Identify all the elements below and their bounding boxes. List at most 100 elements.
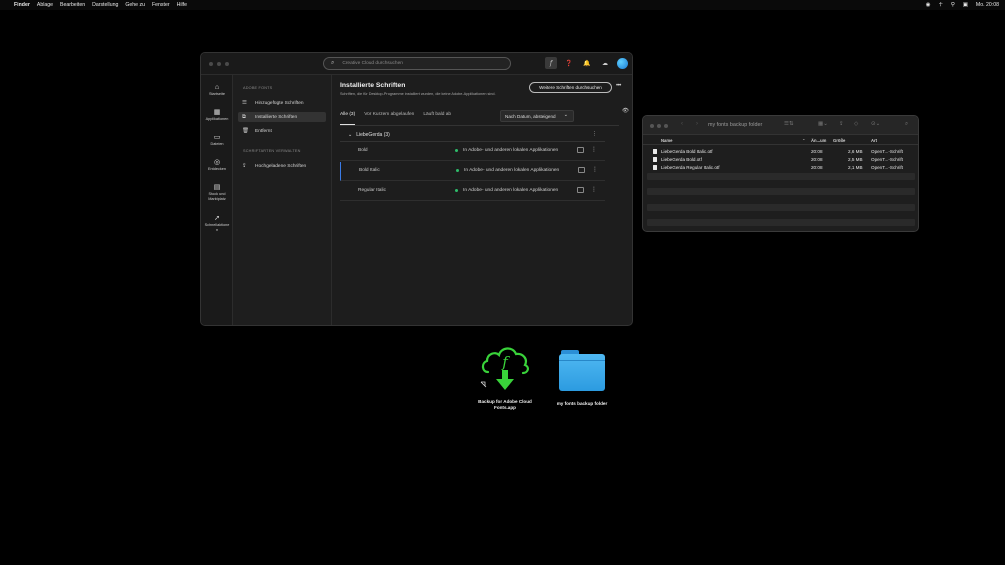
sort-select[interactable]: Nach Datum, absteigend ⌄ bbox=[500, 110, 574, 122]
share-icon[interactable]: ⇪ bbox=[839, 121, 844, 127]
group-more-icon[interactable]: ⋮ bbox=[592, 131, 597, 137]
more-options-icon[interactable]: ••• bbox=[616, 83, 621, 89]
control-center-icon[interactable]: ▣ bbox=[963, 2, 968, 8]
help-icon[interactable]: ❓ bbox=[563, 57, 575, 69]
sidebar-item-entfernt[interactable]: 🗑 Entfernt bbox=[238, 126, 326, 136]
list-item[interactable]: LiebeGerda Regular Italic.otf 20:08 2,1 … bbox=[647, 164, 915, 172]
row-more-icon[interactable]: ⋮ bbox=[592, 166, 598, 173]
list-view-icon[interactable]: ☰⇅ bbox=[784, 121, 794, 127]
font-file-icon bbox=[653, 149, 657, 154]
window-close-button[interactable] bbox=[209, 62, 213, 66]
cc-navigation-rail: ⌂ Startseite ▦ Applikationen ▭ Dateien ◎… bbox=[201, 75, 233, 325]
window-minimize-button[interactable] bbox=[657, 124, 661, 128]
home-icon: ⌂ bbox=[214, 84, 220, 91]
activate-app-icon[interactable] bbox=[577, 147, 584, 153]
creative-cloud-status-icon[interactable]: ◉ bbox=[926, 2, 931, 8]
backup-app-icon: f bbox=[480, 347, 529, 390]
menu-finder[interactable]: Finder bbox=[14, 2, 30, 8]
status-dot-icon bbox=[455, 149, 458, 152]
accessibility-icon[interactable]: ☥ bbox=[939, 2, 943, 8]
menu-bar: Finder Ablage Bearbeiten Darstellung Geh… bbox=[0, 0, 1005, 10]
menu-gehe-zu[interactable]: Gehe zu bbox=[125, 2, 145, 8]
rail-item-schnellaktionen[interactable]: ➚ Schnellaktionen bbox=[201, 215, 233, 232]
rail-item-applikationen[interactable]: ▦ Applikationen bbox=[201, 109, 233, 122]
sidebar-item-hinzugefuegte[interactable]: ☰ Hinzugefügte Schriften bbox=[238, 98, 326, 108]
tab-laeuft-bald-ab[interactable]: Läuft bald ab bbox=[423, 111, 451, 125]
creative-cloud-window: ⌕ Creative Cloud durchsuchen f ❓ 🔔 ☁ ⌂ S… bbox=[200, 52, 633, 326]
font-status: In Adobe- und anderen lokalen Applikatio… bbox=[455, 148, 558, 153]
menu-hilfe[interactable]: Hilfe bbox=[177, 2, 187, 8]
filter-tabs: Alle (3) Vor Kurzem abgelaufen Läuft bal… bbox=[340, 111, 460, 125]
font-style-name: Regular Italic bbox=[358, 188, 386, 193]
tab-abgelaufen[interactable]: Vor Kurzem abgelaufen bbox=[364, 111, 414, 125]
font-file-icon bbox=[653, 157, 657, 162]
list-item[interactable]: LiebeGerda Bold.otf 20:08 2,5 MB OpenT..… bbox=[647, 156, 915, 164]
page-subtitle: Schriften, die für Desktop-Programme ins… bbox=[340, 92, 496, 96]
menubar-clock[interactable]: Mo. 20:08 bbox=[976, 2, 999, 8]
desktop-folder[interactable]: my fonts backup folder bbox=[553, 350, 611, 407]
grid-view-icon[interactable]: ▦⌄ bbox=[818, 121, 828, 127]
stock-icon: ▤ bbox=[213, 184, 221, 191]
menu-fenster[interactable]: Fenster bbox=[152, 2, 170, 8]
search-placeholder: Creative Cloud durchsuchen bbox=[342, 61, 403, 66]
installed-fonts-icon: ⧉ bbox=[242, 113, 246, 120]
desktop-app-icon[interactable]: f Backup for Adobe Cloud Fonts.app bbox=[478, 342, 532, 410]
trash-icon: 🗑 bbox=[242, 128, 249, 134]
font-style-name: Bold bbox=[358, 148, 368, 153]
menu-darstellung[interactable]: Darstellung bbox=[92, 2, 118, 8]
eye-icon[interactable]: 👁 bbox=[622, 108, 629, 114]
row-more-icon[interactable]: ⋮ bbox=[591, 186, 597, 193]
list-icon: ☰ bbox=[242, 100, 247, 106]
row-more-icon[interactable]: ⋮ bbox=[591, 146, 597, 153]
rail-item-entdecken[interactable]: ◎ Entdecken bbox=[201, 159, 233, 172]
finder-column-headers: Name ⌃ Än...um Größe Art bbox=[643, 136, 918, 145]
quick-actions-icon: ➚ bbox=[214, 215, 220, 222]
chevron-down-icon: ⌄ bbox=[563, 112, 568, 118]
window-minimize-button[interactable] bbox=[217, 62, 221, 66]
rail-item-startseite[interactable]: ⌂ Startseite bbox=[201, 84, 233, 97]
back-icon[interactable]: ‹ bbox=[681, 121, 683, 127]
font-row[interactable]: Bold In Adobe- und anderen lokalen Appli… bbox=[340, 142, 605, 161]
window-zoom-button[interactable] bbox=[225, 62, 229, 66]
fonts-icon[interactable]: f bbox=[545, 57, 557, 69]
font-status: In Adobe- und anderen lokalen Applikatio… bbox=[456, 168, 559, 173]
sidebar-section-adobe-fonts: ADOBE FONTS bbox=[243, 86, 273, 90]
forward-icon[interactable]: › bbox=[696, 121, 698, 127]
column-kind[interactable]: Art bbox=[871, 138, 877, 143]
tabs-divider bbox=[340, 125, 619, 126]
font-family-group[interactable]: ⌄ LiebeGerda (3) bbox=[340, 129, 605, 141]
action-menu-icon[interactable]: ⊙⌄ bbox=[871, 121, 880, 127]
menu-bearbeiten[interactable]: Bearbeiten bbox=[60, 2, 85, 8]
rail-item-stock[interactable]: ▤ Stock und Marktplatz bbox=[201, 184, 233, 201]
search-icon[interactable]: ⌕ bbox=[905, 121, 908, 128]
column-name[interactable]: Name bbox=[661, 138, 672, 143]
avatar[interactable] bbox=[617, 57, 628, 69]
browse-more-fonts-button[interactable]: Weitere Schriften durchsuchen bbox=[529, 82, 612, 93]
activate-app-icon[interactable] bbox=[578, 167, 585, 173]
list-item[interactable]: LiebeGerda Bold Italic.otf 20:08 2,6 MB … bbox=[647, 148, 915, 156]
window-close-button[interactable] bbox=[650, 124, 654, 128]
spotlight-icon[interactable]: ⚲ bbox=[951, 2, 955, 8]
window-zoom-button[interactable] bbox=[664, 124, 668, 128]
cloud-icon[interactable]: ☁ bbox=[599, 57, 611, 69]
fonts-sidebar: ADOBE FONTS ☰ Hinzugefügte Schriften ⧉ I… bbox=[233, 75, 332, 325]
notifications-bell-icon[interactable]: 🔔 bbox=[581, 57, 593, 69]
tag-icon[interactable]: ◇ bbox=[854, 121, 858, 127]
rail-item-dateien[interactable]: ▭ Dateien bbox=[201, 134, 233, 147]
column-date[interactable]: Än...um bbox=[811, 138, 826, 143]
sidebar-item-installierte[interactable]: ⧉ Installierte Schriften bbox=[238, 112, 326, 122]
desktop-folder-label: my fonts backup folder bbox=[556, 401, 608, 406]
activate-app-icon[interactable] bbox=[577, 187, 584, 193]
menu-ablage[interactable]: Ablage bbox=[37, 2, 53, 8]
status-dot-icon bbox=[456, 169, 459, 172]
tab-alle[interactable]: Alle (3) bbox=[340, 111, 356, 125]
cc-search-input[interactable]: ⌕ Creative Cloud durchsuchen bbox=[323, 57, 511, 70]
search-icon: ⌕ bbox=[331, 60, 335, 66]
apps-icon: ▦ bbox=[213, 109, 221, 116]
column-size[interactable]: Größe bbox=[833, 138, 845, 143]
sidebar-item-hochgeladene[interactable]: ⇪ Hochgeladene Schriften bbox=[238, 161, 326, 171]
font-style-name: Bold Italic bbox=[359, 168, 380, 173]
font-row[interactable]: Regular Italic In Adobe- und anderen lok… bbox=[340, 182, 605, 201]
empty-row-stripe bbox=[647, 188, 915, 195]
font-row[interactable]: Bold Italic In Adobe- und anderen lokale… bbox=[340, 162, 605, 181]
